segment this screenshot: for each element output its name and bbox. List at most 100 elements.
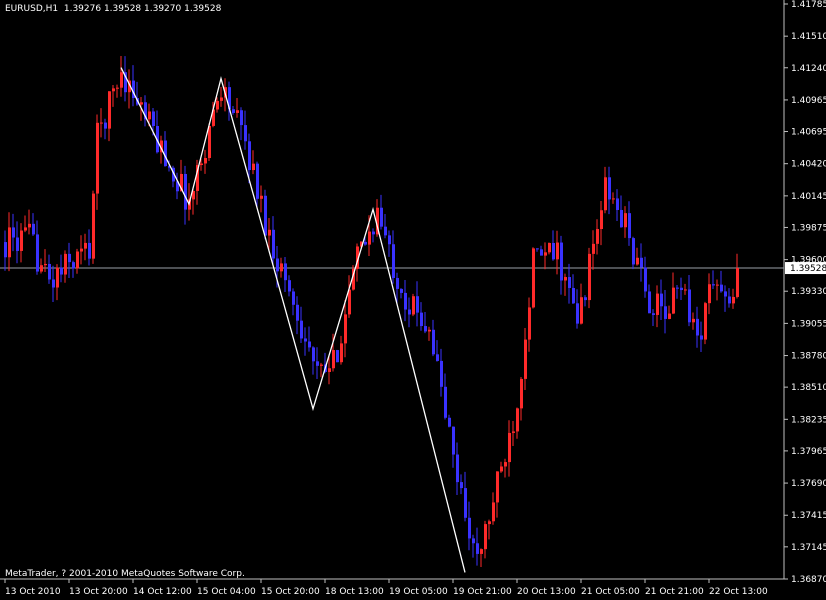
candle-body [272, 229, 275, 259]
candle-body [716, 284, 719, 286]
y-tick-label: 1.41785 [791, 0, 826, 10]
y-tick-label: 1.41240 [791, 64, 826, 74]
candle-body [548, 242, 551, 253]
candle-body [84, 242, 87, 249]
candle-body [432, 329, 435, 355]
candle-body [592, 243, 595, 254]
candle-body [112, 88, 115, 92]
candle-body [284, 263, 287, 281]
candle-body [108, 91, 111, 129]
candle-body [516, 408, 519, 432]
candle-body [16, 237, 19, 251]
candle-body [4, 242, 7, 258]
x-tick-label: 15 Oct 20:00 [261, 587, 320, 597]
y-tick-label: 1.38235 [791, 415, 826, 425]
zigzag-line [120, 67, 466, 573]
y-tick-label: 1.39875 [791, 223, 826, 233]
candle-body [32, 223, 35, 235]
candle-body [624, 213, 627, 228]
chart-window[interactable]: EURUSD,H1 1.39276 1.39528 1.39270 1.3952… [0, 0, 826, 600]
candle-body [316, 361, 319, 366]
candle-body [720, 284, 723, 292]
candle-body [276, 258, 279, 272]
candle-body [12, 227, 15, 238]
candle-body [504, 462, 507, 467]
candle-body [536, 248, 539, 250]
candle-body [456, 454, 459, 483]
candle-body [20, 230, 23, 251]
candle-body [572, 287, 575, 304]
candle-body [648, 291, 651, 314]
candle-body [668, 313, 671, 319]
candle-body [688, 289, 691, 323]
candle-body [660, 293, 663, 307]
candle-body [724, 291, 727, 297]
candle-body [656, 293, 659, 315]
candle-body [116, 87, 119, 89]
candle-body [320, 364, 323, 366]
candle-body [460, 482, 463, 489]
x-tick-label: 22 Oct 13:00 [709, 587, 768, 597]
candle-body [296, 304, 299, 321]
candle-body [608, 177, 611, 200]
candle-body [612, 198, 615, 200]
candle-body [568, 277, 571, 288]
y-tick-label: 1.40965 [791, 96, 826, 106]
candle-body [44, 263, 47, 266]
x-tick-label: 13 Oct 20:00 [69, 587, 128, 597]
y-tick-label: 1.38780 [791, 352, 826, 362]
candle-body [704, 303, 707, 340]
candle-body [528, 307, 531, 340]
candle-body [60, 267, 63, 275]
candle-body [664, 306, 667, 319]
candle-body [436, 354, 439, 361]
candle-body [244, 125, 247, 142]
candle-body [680, 287, 683, 291]
candle-body [684, 289, 687, 291]
candle-body [392, 244, 395, 278]
candle-body [440, 360, 443, 387]
candle-body [248, 141, 251, 171]
price-chart-svg[interactable]: 1.41785 1.41510 1.41240 1.40965 1.40695 1.404… [0, 0, 826, 600]
candle-body [328, 368, 331, 372]
y-tick-label: 1.39330 [791, 287, 826, 297]
candle-body [452, 426, 455, 455]
candle-body [672, 287, 675, 314]
x-tick-label: 13 Oct 2010 [5, 587, 61, 597]
candle-body [288, 280, 291, 292]
candle-body [304, 338, 307, 342]
candle-body [336, 350, 339, 363]
candle-body [576, 303, 579, 324]
candle-body [340, 343, 343, 363]
candle-body [512, 431, 515, 433]
candle-body [28, 223, 31, 228]
candle-body [732, 296, 735, 304]
candle-body [564, 277, 567, 281]
candle-body [396, 277, 399, 289]
candle-body [468, 517, 471, 539]
x-tick-label: 21 Oct 05:00 [581, 587, 640, 597]
candle-body [480, 549, 483, 554]
candle-body [384, 226, 387, 236]
candle-body [644, 267, 647, 292]
candle-body [448, 417, 451, 427]
candle-body [8, 227, 11, 258]
candle-body [444, 386, 447, 418]
candle-body [404, 292, 407, 310]
candle-body [532, 248, 535, 308]
candle-body [600, 210, 603, 230]
candle-body [208, 125, 211, 159]
candle-body [256, 163, 259, 199]
candle-body [40, 265, 43, 272]
candle-body [236, 110, 239, 113]
candle-body [412, 296, 415, 315]
candle-body [220, 97, 223, 101]
y-tick-label: 1.36870 [791, 575, 826, 585]
candle-body [36, 234, 39, 272]
y-tick-label: 1.39055 [791, 319, 826, 329]
candle-body [344, 314, 347, 344]
candle-body [492, 502, 495, 522]
candle-body [484, 524, 487, 550]
candle-body [120, 72, 123, 88]
y-tick-label: 1.37415 [791, 511, 826, 521]
